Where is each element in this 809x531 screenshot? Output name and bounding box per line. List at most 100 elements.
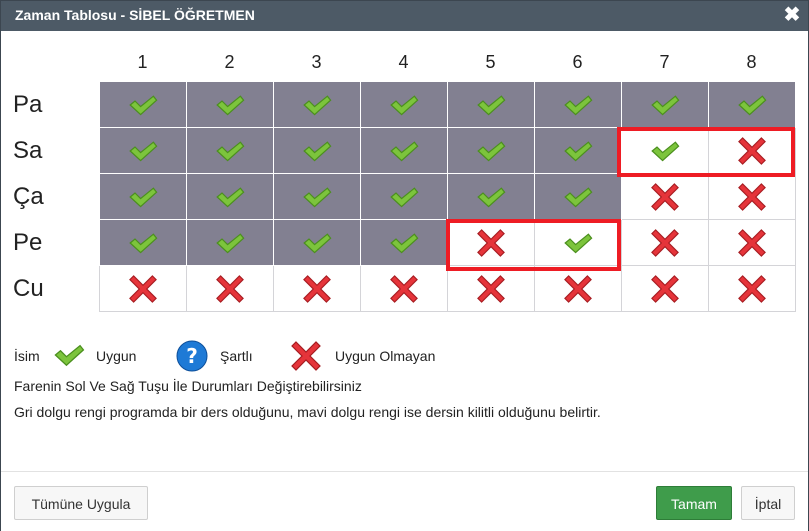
timetable-cell[interactable] — [620, 265, 709, 312]
timetable-cell[interactable] — [359, 265, 448, 312]
apply-all-button[interactable]: Tümüne Uygula — [14, 486, 148, 520]
day-row: Pa — [13, 81, 796, 128]
timetable-cell[interactable] — [98, 81, 187, 128]
period-header-row: 1 2 3 4 5 6 7 8 — [13, 43, 795, 82]
period-header: 8 — [746, 51, 757, 72]
timetable-cell[interactable] — [533, 81, 622, 128]
timetable-cell[interactable] — [533, 265, 622, 312]
timetable-cell[interactable] — [620, 173, 709, 220]
check-icon — [100, 185, 186, 209]
timetable-cell[interactable] — [359, 219, 448, 266]
corner-cell — [13, 43, 99, 82]
timetable-cell[interactable] — [185, 173, 274, 220]
period-header: 3 — [311, 51, 322, 72]
period-header: 4 — [398, 51, 409, 72]
timetable-dialog: Zaman Tablosu - SİBEL ÖĞRETMEN ✖ 1 2 3 4 5 6 7… — [0, 0, 809, 531]
check-icon — [100, 139, 186, 163]
timetable-cell[interactable] — [185, 127, 274, 174]
timetable-cell[interactable] — [446, 265, 535, 312]
timetable-cell[interactable] — [446, 127, 535, 174]
day-label: Pe — [13, 228, 43, 256]
timetable-grid: 1 2 3 4 5 6 7 8 Pa Sa Ça Pe Cu — [13, 43, 796, 312]
cross-icon — [709, 274, 795, 304]
timetable-cell[interactable] — [620, 81, 709, 128]
timetable-cell[interactable] — [707, 173, 796, 220]
day-row: Ça — [13, 173, 796, 220]
legend-question-icon: ? — [176, 339, 208, 373]
cross-icon — [709, 182, 795, 212]
day-label: Cu — [13, 274, 44, 302]
cross-icon — [622, 228, 708, 258]
legend-conditional-label: Şartlı — [220, 348, 253, 364]
timetable-cell[interactable] — [707, 265, 796, 312]
cross-icon — [100, 274, 186, 304]
period-header: 7 — [659, 51, 670, 72]
timetable-cell[interactable] — [533, 127, 622, 174]
period-header: 6 — [572, 51, 583, 72]
check-icon — [361, 185, 447, 209]
hint-colors: Gri dolgu rengi programda bir ders olduğ… — [14, 404, 601, 420]
check-icon — [622, 93, 708, 117]
check-icon — [187, 93, 273, 117]
day-row: Sa — [13, 127, 796, 174]
cross-icon — [622, 274, 708, 304]
cross-icon — [535, 274, 621, 304]
check-icon — [274, 231, 360, 255]
timetable-cell[interactable] — [359, 81, 448, 128]
check-icon — [187, 231, 273, 255]
period-header: 1 — [137, 51, 148, 72]
cross-icon — [622, 182, 708, 212]
timetable-cell[interactable] — [98, 219, 187, 266]
timetable-cell[interactable] — [272, 81, 361, 128]
check-icon — [274, 139, 360, 163]
timetable-cell[interactable] — [620, 219, 709, 266]
timetable-cell[interactable] — [272, 219, 361, 266]
legend-name-label: İsim — [14, 348, 40, 364]
timetable-cell[interactable] — [707, 219, 796, 266]
timetable-cell[interactable] — [185, 265, 274, 312]
hint-mouse: Farenin Sol Ve Sağ Tuşu İle Durumları De… — [14, 378, 362, 394]
check-icon — [709, 93, 795, 117]
timetable-cell[interactable] — [533, 219, 622, 266]
day-row: Pe — [13, 219, 796, 266]
check-icon — [100, 231, 186, 255]
timetable-cell[interactable] — [272, 173, 361, 220]
timetable-cell[interactable] — [707, 81, 796, 128]
check-icon — [187, 185, 273, 209]
ok-button[interactable]: Tamam — [656, 486, 732, 520]
timetable-cell[interactable] — [272, 127, 361, 174]
dialog-footer: Tümüne Uygula Tamam İptal — [1, 471, 808, 531]
check-icon — [361, 231, 447, 255]
timetable-body: Pa Sa Ça Pe Cu — [13, 81, 796, 312]
check-icon — [274, 185, 360, 209]
title-bar: Zaman Tablosu - SİBEL ÖĞRETMEN ✖ — [1, 1, 808, 31]
day-label: Ça — [13, 182, 44, 210]
timetable-cell[interactable] — [272, 265, 361, 312]
legend-unavailable-label: Uygun Olmayan — [335, 348, 436, 364]
day-row: Cu — [13, 265, 796, 312]
legend-available-label: Uygun — [96, 348, 137, 364]
cross-icon — [361, 274, 447, 304]
timetable-cell[interactable] — [533, 173, 622, 220]
close-icon[interactable]: ✖ — [782, 4, 802, 26]
timetable-cell[interactable] — [446, 81, 535, 128]
timetable-cell[interactable] — [620, 127, 709, 174]
check-icon — [535, 231, 621, 255]
timetable-cell[interactable] — [446, 173, 535, 220]
timetable-cell[interactable] — [359, 173, 448, 220]
check-icon — [448, 93, 534, 117]
timetable-cell[interactable] — [98, 127, 187, 174]
legend-check-icon — [52, 339, 88, 373]
cancel-button[interactable]: İptal — [741, 486, 795, 520]
timetable-cell[interactable] — [185, 81, 274, 128]
check-icon — [187, 139, 273, 163]
timetable-cell[interactable] — [98, 173, 187, 220]
check-icon — [622, 139, 708, 163]
timetable-cell[interactable] — [446, 219, 535, 266]
timetable-cell[interactable] — [707, 127, 796, 174]
timetable-cell[interactable] — [185, 219, 274, 266]
timetable-cell[interactable] — [359, 127, 448, 174]
timetable-cell[interactable] — [98, 265, 187, 312]
period-header: 5 — [485, 51, 496, 72]
dialog-title: Zaman Tablosu - SİBEL ÖĞRETMEN — [15, 7, 255, 23]
